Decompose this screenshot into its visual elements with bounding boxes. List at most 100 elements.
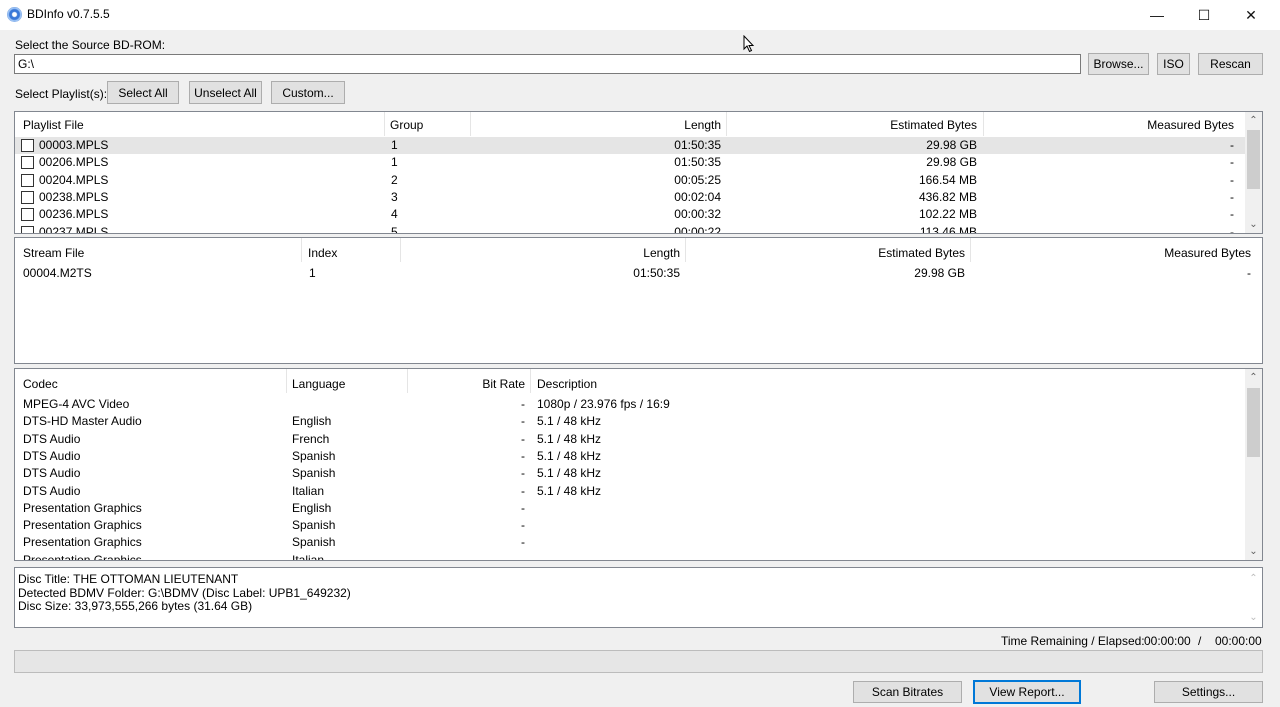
scroll-down-icon[interactable]: ⌄ <box>1245 216 1262 233</box>
index-cell: 1 <box>309 266 316 280</box>
rescan-button[interactable]: Rescan <box>1198 53 1263 75</box>
close-button[interactable]: ✕ <box>1228 0 1274 30</box>
measured-bytes-cell: - <box>1230 207 1234 222</box>
column-header-length[interactable]: Length <box>471 112 721 136</box>
scroll-up-icon[interactable]: ⌃ <box>1245 112 1262 129</box>
length-cell: 00:00:22 <box>674 224 721 234</box>
window-title: BDInfo v0.7.5.5 <box>27 7 110 21</box>
playlist-checkbox[interactable] <box>21 139 34 152</box>
select-playlists-label: Select Playlist(s): <box>15 87 108 101</box>
column-header-stream-length[interactable]: Length <box>401 240 680 264</box>
estimated-bytes-cell: 166.54 MB <box>918 172 977 187</box>
table-row[interactable]: 00236.MPLS 4 00:00:32 102.22 MB - <box>15 206 1245 223</box>
table-row[interactable]: DTS Audio Spanish -5.1 / 48 kHz <box>15 465 1245 482</box>
length-cell: 00:02:04 <box>674 189 721 204</box>
custom-button[interactable]: Custom... <box>271 81 345 104</box>
time-remaining-value: 00:00:00 <box>1144 634 1191 648</box>
iso-button[interactable]: ISO <box>1157 53 1190 75</box>
playlist-scrollbar[interactable]: ⌃ ⌄ <box>1245 112 1262 233</box>
description-cell: 5.1 / 48 kHz <box>537 431 602 446</box>
mouse-cursor-icon <box>743 35 755 53</box>
browse-button[interactable]: Browse... <box>1088 53 1149 75</box>
view-report-button[interactable]: View Report... <box>973 680 1081 704</box>
playlist-table[interactable]: Playlist File Group Length Estimated Byt… <box>14 111 1263 234</box>
table-row[interactable]: Presentation Graphics Spanish - <box>15 534 1245 551</box>
table-row[interactable]: 00237.MPLS 5 00:00:22 113.46 MB - <box>15 224 1245 234</box>
language-cell: Spanish <box>292 466 336 481</box>
playlist-checkbox[interactable] <box>21 156 34 170</box>
scroll-up-icon[interactable]: ⌃ <box>1245 369 1262 386</box>
scan-bitrates-button[interactable]: Scan Bitrates <box>853 681 962 703</box>
codec-cell: Presentation Graphics <box>23 535 142 550</box>
unselect-all-button[interactable]: Unselect All <box>189 81 262 104</box>
column-header-group[interactable]: Group <box>390 112 423 136</box>
table-row[interactable]: DTS Audio Spanish -5.1 / 48 kHz <box>15 448 1245 465</box>
language-cell: Spanish <box>292 448 336 463</box>
bit-rate-cell: - <box>521 535 525 550</box>
bit-rate-cell: - <box>521 500 525 515</box>
table-row[interactable]: Presentation Graphics English - <box>15 500 1245 517</box>
table-row[interactable]: 00206.MPLS 1 01:50:35 29.98 GB - <box>15 154 1245 171</box>
scroll-thumb[interactable] <box>1247 388 1260 457</box>
table-row[interactable]: DTS Audio French -5.1 / 48 kHz <box>15 431 1245 448</box>
description-cell: 5.1 / 48 kHz <box>537 483 602 498</box>
stream-table[interactable]: Stream File Index Length Estimated Bytes… <box>14 237 1263 364</box>
table-row[interactable]: 00004.M2TS 1 01:50:35 29.98 GB - <box>15 265 1262 282</box>
bit-rate-cell: - <box>521 448 525 463</box>
column-header-index[interactable]: Index <box>308 240 337 264</box>
table-row[interactable]: MPEG-4 AVC Video -1080p / 23.976 fps / 16… <box>15 396 1245 413</box>
minimize-button[interactable]: — <box>1134 0 1180 30</box>
maximize-button[interactable]: ☐ <box>1181 0 1227 30</box>
playlist-file-cell: 00238.MPLS <box>39 189 109 204</box>
estimated-bytes-cell: 113.46 MB <box>919 224 977 234</box>
scroll-thumb[interactable] <box>1247 130 1260 189</box>
source-label: Select the Source BD-ROM: <box>15 38 166 52</box>
language-cell: English <box>292 500 332 515</box>
table-row[interactable]: DTS-HD Master Audio English -5.1 / 48 kHz <box>15 413 1245 430</box>
codec-cell: DTS Audio <box>23 483 81 498</box>
bit-rate-cell: - <box>521 414 525 429</box>
column-header-bit-rate[interactable]: Bit Rate <box>408 371 525 395</box>
language-cell: Spanish <box>292 518 336 533</box>
disc-icon <box>7 7 22 22</box>
playlist-checkbox[interactable] <box>21 190 34 204</box>
column-header-stream-file[interactable]: Stream File <box>23 240 84 264</box>
group-cell: 4 <box>391 207 398 222</box>
scroll-down-icon[interactable]: ⌄ <box>1245 609 1262 626</box>
disc-info-box[interactable]: Disc Title: THE OTTOMAN LIEUTENANT Detec… <box>14 567 1263 628</box>
playlist-file-cell: 00206.MPLS <box>39 155 109 170</box>
table-row[interactable]: 00238.MPLS 3 00:02:04 436.82 MB - <box>15 189 1245 206</box>
playlist-checkbox[interactable] <box>21 208 34 222</box>
time-elapsed-value: 00:00:00 <box>1215 634 1262 648</box>
playlist-checkbox[interactable] <box>21 173 34 187</box>
table-row[interactable]: 00204.MPLS 2 00:05:25 166.54 MB - <box>15 172 1245 189</box>
codec-scrollbar[interactable]: ⌃ ⌄ <box>1245 369 1262 560</box>
column-header-estimated-bytes[interactable]: Estimated Bytes <box>727 112 977 136</box>
table-row[interactable]: Presentation Graphics Italian <box>15 552 1245 560</box>
scroll-down-icon[interactable]: ⌄ <box>1245 543 1262 560</box>
description-cell: 5.1 / 48 kHz <box>537 448 602 463</box>
column-header-stream-estimated-bytes[interactable]: Estimated Bytes <box>686 240 965 264</box>
source-path-input[interactable]: G:\ <box>14 54 1081 74</box>
time-remaining-label: Time Remaining / Elapsed: <box>1001 634 1145 648</box>
playlist-checkbox[interactable] <box>21 225 34 233</box>
table-row[interactable]: Presentation Graphics Spanish - <box>15 517 1245 534</box>
column-header-measured-bytes[interactable]: Measured Bytes <box>984 112 1234 136</box>
measured-bytes-cell: - <box>1230 224 1234 234</box>
table-row[interactable]: 00003.MPLS 1 01:50:35 29.98 GB - <box>15 137 1245 154</box>
codec-table[interactable]: Codec Language Bit Rate Description MPEG… <box>14 368 1263 561</box>
settings-button[interactable]: Settings... <box>1154 681 1263 703</box>
column-header-stream-measured-bytes[interactable]: Measured Bytes <box>971 240 1251 264</box>
column-header-codec[interactable]: Codec <box>23 371 58 395</box>
column-header-language[interactable]: Language <box>292 371 345 395</box>
column-header-description[interactable]: Description <box>537 371 597 395</box>
column-header-playlist-file[interactable]: Playlist File <box>23 112 84 136</box>
scroll-up-icon[interactable]: ⌃ <box>1245 570 1262 587</box>
measured-bytes-cell: - <box>1247 266 1251 280</box>
info-scrollbar[interactable]: ⌃ ⌄ <box>1245 568 1262 627</box>
measured-bytes-cell: - <box>1230 172 1234 187</box>
description-cell: 1080p / 23.976 fps / 16:9 <box>537 397 670 411</box>
group-cell: 3 <box>391 189 398 204</box>
table-row[interactable]: DTS Audio Italian -5.1 / 48 kHz <box>15 483 1245 500</box>
select-all-button[interactable]: Select All <box>107 81 179 104</box>
